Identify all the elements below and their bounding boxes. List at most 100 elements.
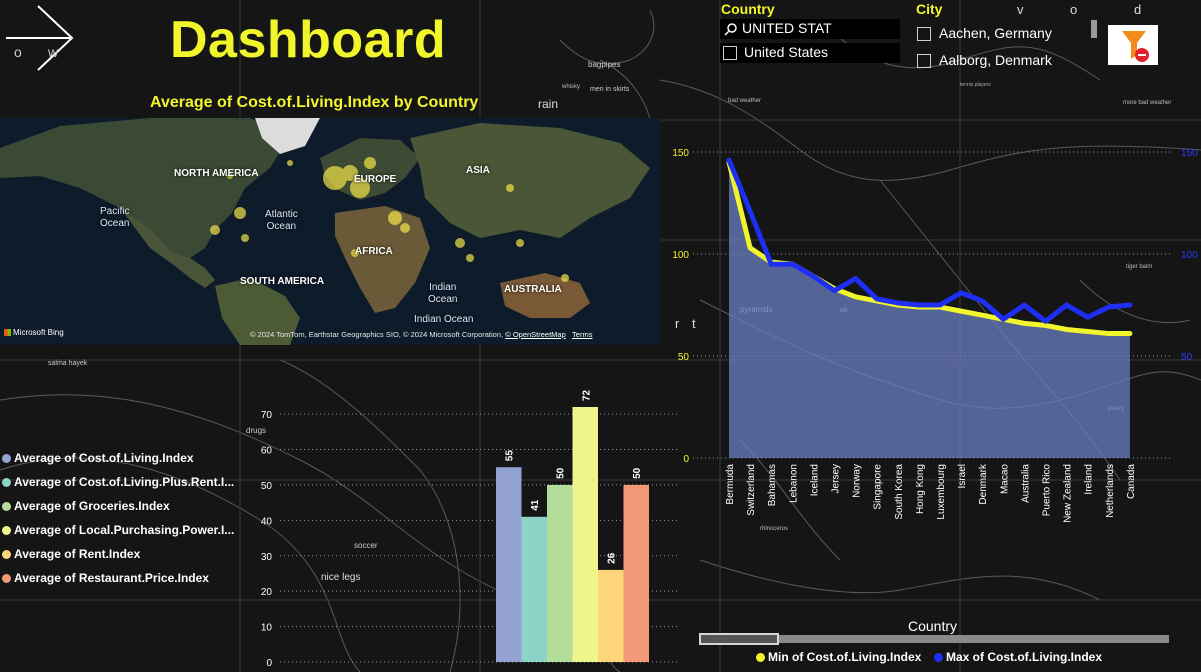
line-x-tick-label: Jersey: [831, 464, 842, 493]
line-point: [959, 290, 964, 295]
bar-legend-item[interactable]: Average of Restaurant.Price.Index: [2, 571, 209, 585]
line-point: [832, 288, 837, 293]
line-x-tick-label: Lebanon: [788, 464, 799, 503]
line-legend-item[interactable]: Min of Cost.of.Living.Index: [756, 650, 921, 664]
line-point: [916, 303, 921, 307]
line-point: [748, 245, 753, 250]
osm-link[interactable]: © OpenStreetMap: [505, 330, 566, 339]
bar[interactable]: [598, 569, 624, 662]
map-visual[interactable]: NORTH AMERICA EUROPE ASIA AFRICA SOUTH A…: [0, 118, 661, 345]
line-point: [874, 296, 879, 301]
bar[interactable]: [623, 484, 650, 662]
line-y-tick-label: 100: [672, 250, 689, 261]
ocean-label: Indian Ocean: [428, 282, 458, 305]
line-point: [1106, 331, 1111, 336]
line-point: [1043, 323, 1048, 328]
line-point: [895, 300, 900, 305]
bar-legend-item[interactable]: Average of Cost.of.Living.Index: [2, 451, 194, 465]
city-option-label: Aalborg, Denmark: [939, 52, 1052, 68]
map-attribution: © 2024 TomTom, Earthstar Geographics SIO…: [250, 330, 593, 339]
bg-label: salma hayek: [48, 360, 88, 367]
line-x-tick-label: Macao: [999, 464, 1010, 494]
line-x-tick-label: Iceland: [809, 464, 820, 496]
bar-y-tick-label: 30: [261, 552, 273, 563]
line-point: [1001, 317, 1006, 322]
bar[interactable]: [496, 467, 522, 662]
arrow-right-icon: [6, 5, 74, 71]
line-chart[interactable]: 0 50 100 150 50 100 150 Bermuda Switzerland Baham…: [663, 130, 1201, 530]
legend-marker: [2, 478, 11, 487]
bar-data-label: 55: [505, 450, 516, 462]
microsoft-logo-icon: [4, 329, 11, 336]
country-option-item[interactable]: United States: [720, 43, 900, 63]
line-point: [811, 274, 816, 279]
line-x-tick-label: Norway: [852, 464, 863, 498]
bar-legend-item[interactable]: Average of Rent.Index: [2, 547, 140, 561]
bar-y-tick-label: 20: [261, 587, 273, 598]
line-point: [1085, 329, 1090, 334]
bar-data-label: 41: [530, 499, 541, 511]
country-search-input[interactable]: UNITED STAT: [720, 19, 900, 39]
continent-label: AUSTRALIA: [504, 284, 562, 295]
line-point: [1127, 331, 1132, 336]
slicer-letter: o: [1070, 2, 1078, 17]
bar-legend-item[interactable]: Average of Groceries.Index: [2, 499, 170, 513]
bar-y-tick-label: 60: [261, 446, 273, 457]
checkbox[interactable]: [917, 54, 931, 68]
bar-legend-item[interactable]: Average of Local.Purchasing.Power.I...: [2, 523, 234, 537]
country-option-label: United States: [744, 44, 829, 60]
bar-legend-item[interactable]: Average of Cost.of.Living.Plus.Rent.I...: [2, 475, 234, 489]
bar[interactable]: [521, 516, 548, 662]
checkbox[interactable]: [723, 46, 737, 60]
line-x-tick-label: South Korea: [894, 464, 905, 520]
continent-label: SOUTH AMERICA: [240, 276, 325, 287]
country-slicer-title: Country: [721, 1, 775, 17]
line-x-tick-label: Singapore: [873, 464, 884, 510]
legend-marker: [756, 653, 765, 662]
bg-label: rain: [538, 97, 559, 111]
bg-label: more bad weather: [1123, 100, 1172, 106]
checkbox[interactable]: [917, 27, 931, 41]
line-y-tick-label: 50: [678, 352, 690, 363]
legend-marker: [934, 653, 943, 662]
legend-marker: [2, 454, 11, 463]
line-x-axis-title: Country: [908, 618, 958, 634]
line-y-right-tick-label: 150: [1181, 148, 1198, 159]
terms-link[interactable]: Terms: [572, 330, 592, 339]
line-point: [769, 262, 774, 267]
bg-label: men in skirts: [590, 86, 630, 93]
line-x-tick-label: Australia: [1020, 464, 1031, 503]
bar-chart[interactable]: 0 10 20 30 40 50 60 70 55 41 50 72 26 50: [250, 360, 680, 672]
line-x-tick-label: Hong Kong: [915, 464, 926, 514]
line-legend-item[interactable]: Max of Cost.of.Living.Index: [934, 650, 1102, 664]
line-y-right-tick-label: 100: [1181, 250, 1198, 261]
bar-data-label: 26: [607, 552, 618, 564]
line-x-tick-label: Bahamas: [767, 464, 778, 506]
bar-y-tick-label: 40: [261, 516, 273, 527]
bar-data-label: 50: [556, 467, 567, 479]
ocean-label: Indian Ocean: [414, 314, 474, 325]
line-x-tick-label: Switzerland: [746, 464, 757, 516]
clear-filter-icon: [1122, 31, 1149, 62]
overlay-letter: r: [675, 316, 680, 331]
city-slicer-scrollbar[interactable]: [1091, 20, 1097, 38]
bg-label: whisky: [562, 84, 581, 90]
line-x-tick-label: Bermuda: [725, 464, 736, 505]
line-point: [1022, 303, 1027, 307]
search-icon: [724, 23, 737, 36]
overlay-letter: t: [692, 316, 696, 331]
line-x-tick-label: Puerto Rico: [1042, 464, 1053, 517]
continent-label: ASIA: [466, 165, 490, 176]
navigate-button[interactable]: [0, 0, 80, 80]
line-point: [853, 294, 858, 299]
bar[interactable]: [547, 484, 573, 662]
line-chart-scroll-thumb[interactable]: [699, 633, 779, 645]
line-point: [1127, 303, 1132, 307]
line-point: [1106, 305, 1111, 310]
city-slicer-title: City: [916, 1, 943, 17]
line-y-right-tick-label: 50: [1181, 352, 1193, 363]
clear-filters-button[interactable]: [1108, 25, 1158, 65]
nav-letter: w: [48, 44, 59, 60]
bar[interactable]: [572, 407, 599, 662]
line-point: [1022, 321, 1027, 326]
